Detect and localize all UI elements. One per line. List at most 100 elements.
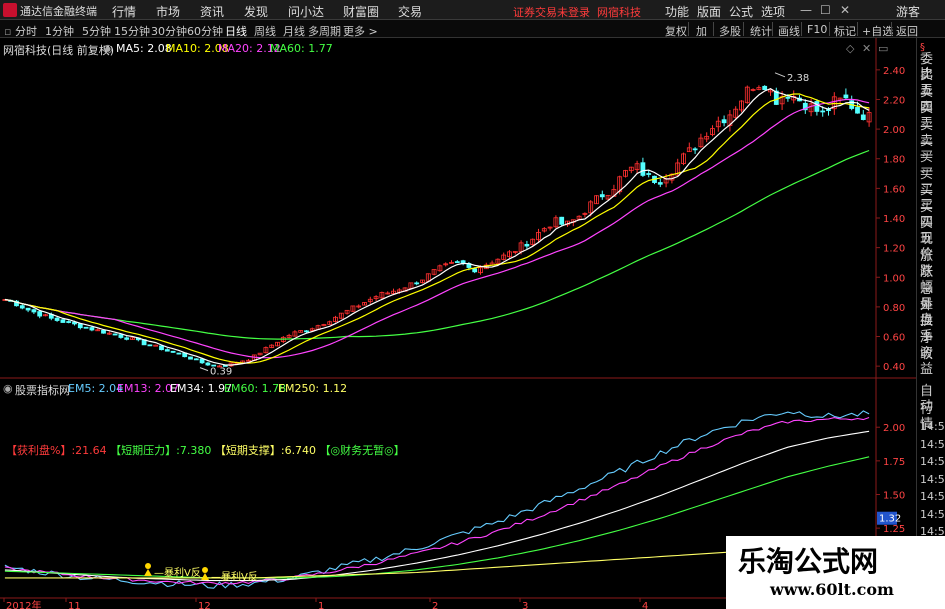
candle-body [101,329,106,334]
y-tick-label: 2.20 [883,95,905,106]
tab-daily[interactable]: 日线 [225,23,247,39]
candle-body [170,350,176,353]
tab-15min[interactable]: 15分钟 [114,23,150,39]
btn-add[interactable]: 加 [696,23,707,39]
candle-body [205,362,211,366]
divider [801,22,802,36]
candle-body [599,194,605,198]
maximize-icon[interactable]: ☐ [820,3,831,17]
y-tick-label: 2.00 [883,423,905,434]
login-notice[interactable]: 证券交易未登录 网宿科技 [513,4,641,20]
guest-label[interactable]: 游客 [896,3,920,20]
x-tick-label: 1 [318,601,324,609]
x-tick-label: 11 [68,601,81,609]
settings-circle-icon[interactable]: ◉ [3,382,13,395]
quote-field-label: 收益 [920,347,934,378]
candle-body [843,94,849,99]
divider [772,22,773,36]
btn-stats[interactable]: 统计 [750,23,772,39]
menu-caifuquan[interactable]: 财富圈 [343,3,379,20]
y-tick-label: 1.20 [883,244,905,255]
tab-monthly[interactable]: 月线 [283,23,305,39]
menu-wenxiaoda[interactable]: 问小达 [288,3,324,20]
divider [891,22,892,36]
main-y-axis: 2.40 2.20 2.00 1.80 1.60 1.40 1.20 1.00 0.80 0.60… [0,38,916,598]
candle-body [164,349,170,352]
legend-pressure-value: :7.380 [176,444,212,457]
tab-60min[interactable]: 60分钟 [187,23,223,39]
y-tick-label: 1.00 [883,273,905,284]
candle-body [414,282,420,285]
menu-gongshi[interactable]: 公式 [729,3,753,20]
y-tick-label: 0.40 [883,362,905,373]
signal-label: —暴利V反 [154,567,201,579]
legend-pressure-label: 【短期压力】 [110,444,177,457]
menu-hangqing[interactable]: 行情 [112,3,136,20]
menu-xuanxiang[interactable]: 选项 [761,3,785,20]
low-marker-line [199,367,209,372]
sub-y-axis: 2.00 1.75 1.50 1.251.32 [876,423,905,535]
menu-gongneng[interactable]: 功能 [665,3,689,20]
candle-body [19,305,25,309]
candle-body [83,326,89,329]
tab-weekly[interactable]: 周线 [254,23,276,39]
tab-1min[interactable]: 1分钟 [45,23,74,39]
tab-5min[interactable]: 5分钟 [82,23,111,39]
app-title: 通达信金融终端 [20,5,97,18]
candle-body [524,243,530,247]
candle-body [60,319,66,323]
btn-multi-stock[interactable]: 多股 [719,23,741,39]
btn-f10[interactable]: F10 [807,23,827,36]
tab-fenshi[interactable]: ▫ 分时 [4,23,37,39]
y-tick-label: 1.80 [883,155,905,166]
btn-fuquan[interactable]: 复权 [665,23,687,39]
y-tick-label: 2.40 [883,66,905,77]
btn-watchlist[interactable]: +自选 [862,23,893,39]
candle-body [89,327,95,331]
app-logo-icon [3,3,17,17]
signal-marker [145,563,151,569]
indicator-name[interactable]: 股票指标网 [15,382,70,398]
candle-body [112,333,118,336]
tick-time: 14:50 [920,437,945,451]
watermark-url: www.60lt.com [770,580,894,599]
tab-multi-period[interactable]: 多周期 [308,23,341,39]
tick-time: 14:50 [920,490,945,503]
x-tick-label: 2 [432,601,438,609]
btn-draw[interactable]: 画线 [778,23,800,39]
btn-mark[interactable]: 标记 [834,23,856,39]
btn-back[interactable]: 返回 [896,23,918,39]
close-icon[interactable]: ✕ [840,3,850,17]
high-label: 2.38 [787,73,809,84]
candle-body [54,317,60,321]
menu-banmian[interactable]: 版面 [697,3,721,20]
y-tick-label: 1.50 [883,491,905,502]
menu-faxian[interactable]: 发现 [244,3,268,20]
tab-more[interactable]: 更多 > [343,23,378,39]
candle-body [159,345,164,351]
notice-text: 证券交易未登录 [513,6,590,19]
menu-jiaoyi[interactable]: 交易 [398,3,422,20]
minimize-icon[interactable]: — [800,3,812,17]
menu-shichang[interactable]: 市场 [156,3,180,20]
candle-body [304,330,309,333]
y-tick-label: 0.80 [883,303,905,314]
y-tick-label: 1.60 [883,184,905,195]
legend-support-label: 【短期支撑】 [214,444,281,457]
high-marker-line [774,72,786,78]
ma60-line [4,149,870,340]
y-tick-label: 0.60 [883,333,905,344]
chart-area[interactable]: 2.40 2.20 2.00 1.80 1.60 1.40 1.20 1.00 0.80 0.60… [0,38,916,609]
menu-zixun[interactable]: 资讯 [200,3,224,20]
tab-30min[interactable]: 30分钟 [151,23,187,39]
watermark-title: 乐淘公式网 [738,545,879,578]
legend-finance-label: 【◎财务无暂◎】 [319,444,405,457]
candle-body [147,344,153,347]
candle-body [188,356,193,360]
candle-body [559,216,565,225]
em5-label: EM5: 2.04 [68,382,124,395]
low-label: 0.39 [210,367,232,378]
candle-body [199,358,205,364]
tick-time: 14:50 [920,420,945,433]
y-tick-label: 1.40 [883,214,905,225]
